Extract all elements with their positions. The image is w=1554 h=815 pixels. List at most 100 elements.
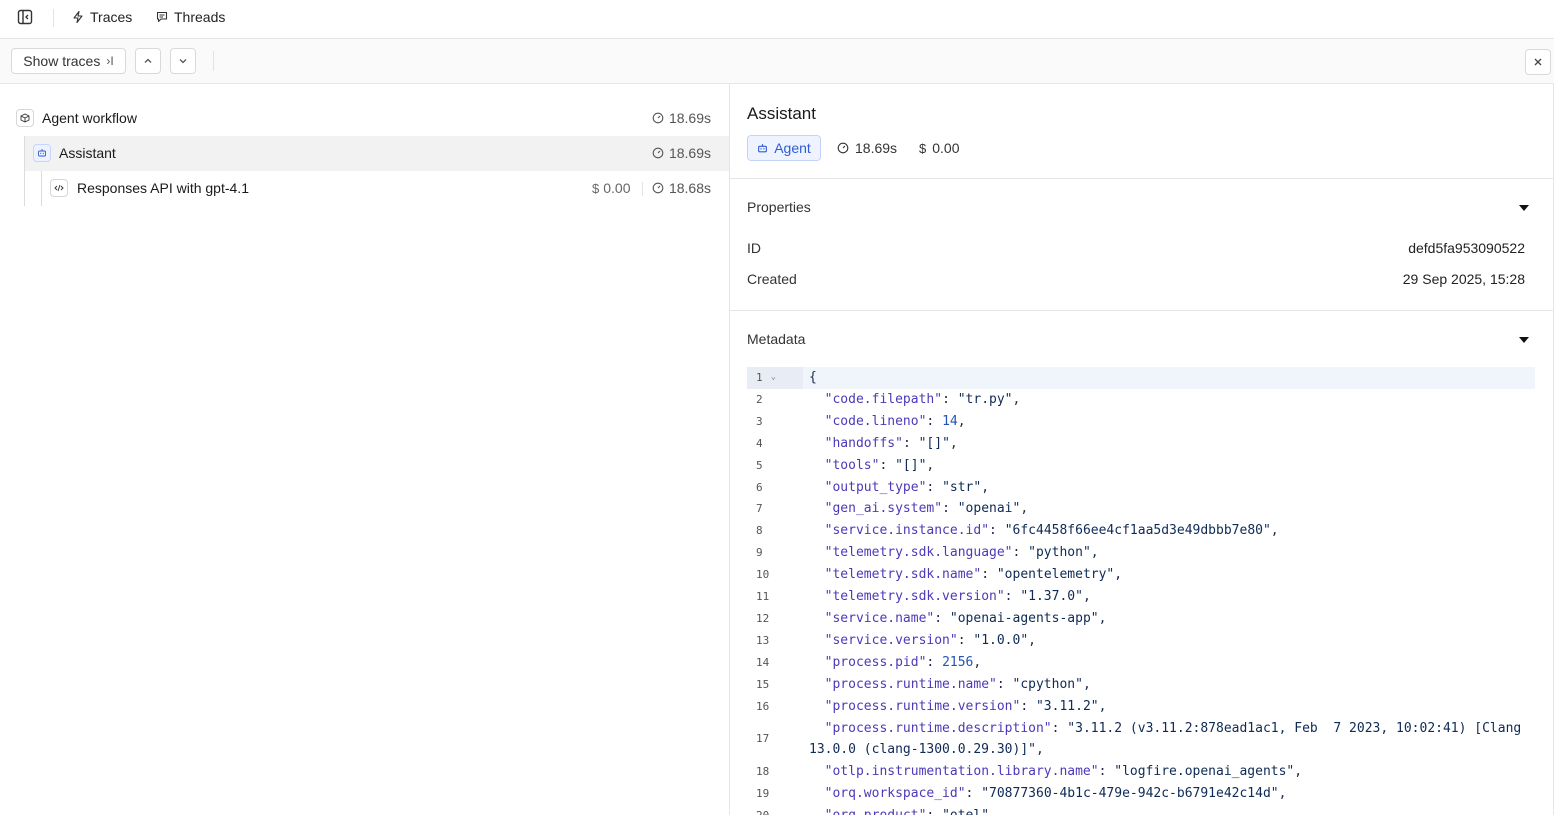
cube-icon <box>16 109 34 127</box>
code-line: 6 "output_type": "str", <box>747 477 1535 499</box>
line-number: 19 <box>756 787 770 801</box>
tab-traces-label: Traces <box>90 9 133 25</box>
code-text: { <box>809 370 817 385</box>
json-key: "service.version" <box>824 632 958 648</box>
code-text: "service.instance.id": "6fc4458f66ee4cf1… <box>824 523 1279 539</box>
properties-title: Properties <box>747 199 811 215</box>
cost-value: 0.00 <box>932 140 960 156</box>
tree-row-label: Assistant <box>59 145 116 161</box>
close-button[interactable] <box>1525 49 1551 75</box>
line-number: 1 ⌄ <box>747 367 803 389</box>
timer-icon <box>652 112 664 124</box>
duration: 18.69s <box>652 145 711 161</box>
json-key: "tools" <box>824 457 880 473</box>
trace-toolbar: Show traces ›I <box>0 39 1554 84</box>
divider <box>53 9 54 27</box>
duration: 18.68s <box>652 180 711 196</box>
id-value: defd5fa953090522 <box>1408 240 1525 256</box>
code-line: 10 "telemetry.sdk.name": "opentelemetry"… <box>747 564 1535 586</box>
code-text: "code.filepath": "tr.py", <box>824 391 1021 407</box>
json-key: "telemetry.sdk.language" <box>824 545 1013 561</box>
json-key: "orq.workspace_id" <box>824 786 966 802</box>
id-label: ID <box>747 240 761 256</box>
code-text: "telemetry.sdk.language": "python", <box>824 545 1099 561</box>
line-number: 17 <box>756 732 770 746</box>
json-key: "telemetry.sdk.name" <box>824 567 982 583</box>
divider <box>642 182 643 196</box>
json-key: "handoffs" <box>824 435 903 451</box>
json-key: "process.pid" <box>824 654 927 670</box>
code-text: "process.pid": 2156, <box>824 654 982 670</box>
duration: 18.69s <box>652 110 711 126</box>
tree-row-label: Responses API with gpt-4.1 <box>77 180 249 196</box>
json-key: "process.runtime.description" <box>824 720 1052 736</box>
dollar-icon: $ <box>592 180 600 196</box>
timer-icon <box>652 182 664 194</box>
code-line: 13 "service.version": "1.0.0", <box>747 630 1535 652</box>
created-value: 29 Sep 2025, 15:28 <box>1402 271 1525 287</box>
code-line: 4 "handoffs": "[]", <box>747 433 1535 455</box>
collapse-properties-icon[interactable] <box>1519 205 1529 211</box>
previous-span-button[interactable] <box>135 48 161 74</box>
line-number: 2 <box>756 392 763 406</box>
code-text: "process.runtime.version": "3.11.2", <box>824 698 1107 714</box>
span-title: Assistant <box>747 104 816 123</box>
code-text: "telemetry.sdk.version": "1.37.0", <box>824 589 1091 605</box>
code-text: "gen_ai.system": "openai", <box>824 501 1029 517</box>
code-line: 5 "tools": "[]", <box>747 455 1535 477</box>
tree-row-label: Agent workflow <box>42 110 137 126</box>
code-text: "otlp.instrumentation.library.name": "lo… <box>824 764 1303 780</box>
json-string: "str" <box>942 479 982 495</box>
code-line: 16 "process.runtime.version": "3.11.2", <box>747 696 1535 718</box>
collapse-metadata-icon[interactable] <box>1519 337 1529 343</box>
line-number: 10 <box>756 568 770 582</box>
json-string: "[]" <box>918 435 950 451</box>
duration-value: 18.68s <box>668 180 711 196</box>
json-number: 2156 <box>942 654 974 670</box>
dollar-icon: $ <box>919 140 927 156</box>
code-text: "orq.product": "otel", <box>809 805 1535 815</box>
trace-tree: Agent workflow 18.69s Assistant 18.69s R… <box>0 84 730 815</box>
close-icon <box>1534 58 1542 66</box>
json-key: "otlp.instrumentation.library.name" <box>824 764 1099 780</box>
code-text: "process.runtime.description": "3.11.2 (… <box>809 720 1530 758</box>
line-number: 8 <box>756 524 763 538</box>
json-key: "code.lineno" <box>824 413 927 429</box>
line-number: 5 <box>756 458 763 472</box>
sidebar-toggle-icon[interactable] <box>17 9 33 25</box>
robot-icon <box>33 144 51 162</box>
json-number: 14 <box>942 413 958 429</box>
metadata-json-viewer[interactable]: 1 ⌄{2 "code.filepath": "tr.py", 3 "code.li… <box>747 367 1535 815</box>
line-number: 14 <box>756 655 770 669</box>
json-key: "code.filepath" <box>824 391 943 407</box>
code-line: 17 "process.runtime.description": "3.11.… <box>747 718 1535 762</box>
code-line: 18 "otlp.instrumentation.library.name": … <box>747 761 1535 783</box>
line-number: 18 <box>756 765 770 779</box>
show-traces-label: Show traces <box>23 53 101 69</box>
line-number: 4 <box>756 436 763 450</box>
next-span-button[interactable] <box>170 48 196 74</box>
json-string: "[]" <box>895 457 927 473</box>
code-text: "tools": "[]", <box>824 457 935 473</box>
code-line: 14 "process.pid": 2156, <box>747 652 1535 674</box>
tab-traces[interactable]: Traces <box>72 8 132 26</box>
tree-row-assistant[interactable]: Assistant 18.69s <box>25 136 729 171</box>
code-text: "service.version": "1.0.0", <box>824 632 1036 648</box>
tab-threads[interactable]: Threads <box>156 8 225 26</box>
divider <box>730 310 1554 311</box>
chevron-up-icon <box>144 58 152 63</box>
tree-row-agent-workflow[interactable]: Agent workflow 18.69s <box>0 101 729 136</box>
line-number: 15 <box>756 677 770 691</box>
json-key: "service.name" <box>824 610 935 626</box>
tree-row-responses-api[interactable]: Responses API with gpt-4.1 $ 0.00 18.68s <box>42 171 729 206</box>
json-string: "tr.py" <box>957 391 1013 407</box>
fold-chevron-icon[interactable]: ⌄ <box>771 367 776 389</box>
chat-bubble-icon <box>156 11 168 23</box>
badge-label: Agent <box>774 140 811 156</box>
json-string: "1.37.0" <box>1020 589 1083 605</box>
code-line: 15 "process.runtime.name": "cpython", <box>747 674 1535 696</box>
show-traces-button[interactable]: Show traces ›I <box>11 48 126 74</box>
line-number: 20 <box>747 805 809 815</box>
code-text: "telemetry.sdk.name": "opentelemetry", <box>824 567 1123 583</box>
tab-threads-label: Threads <box>174 9 226 25</box>
